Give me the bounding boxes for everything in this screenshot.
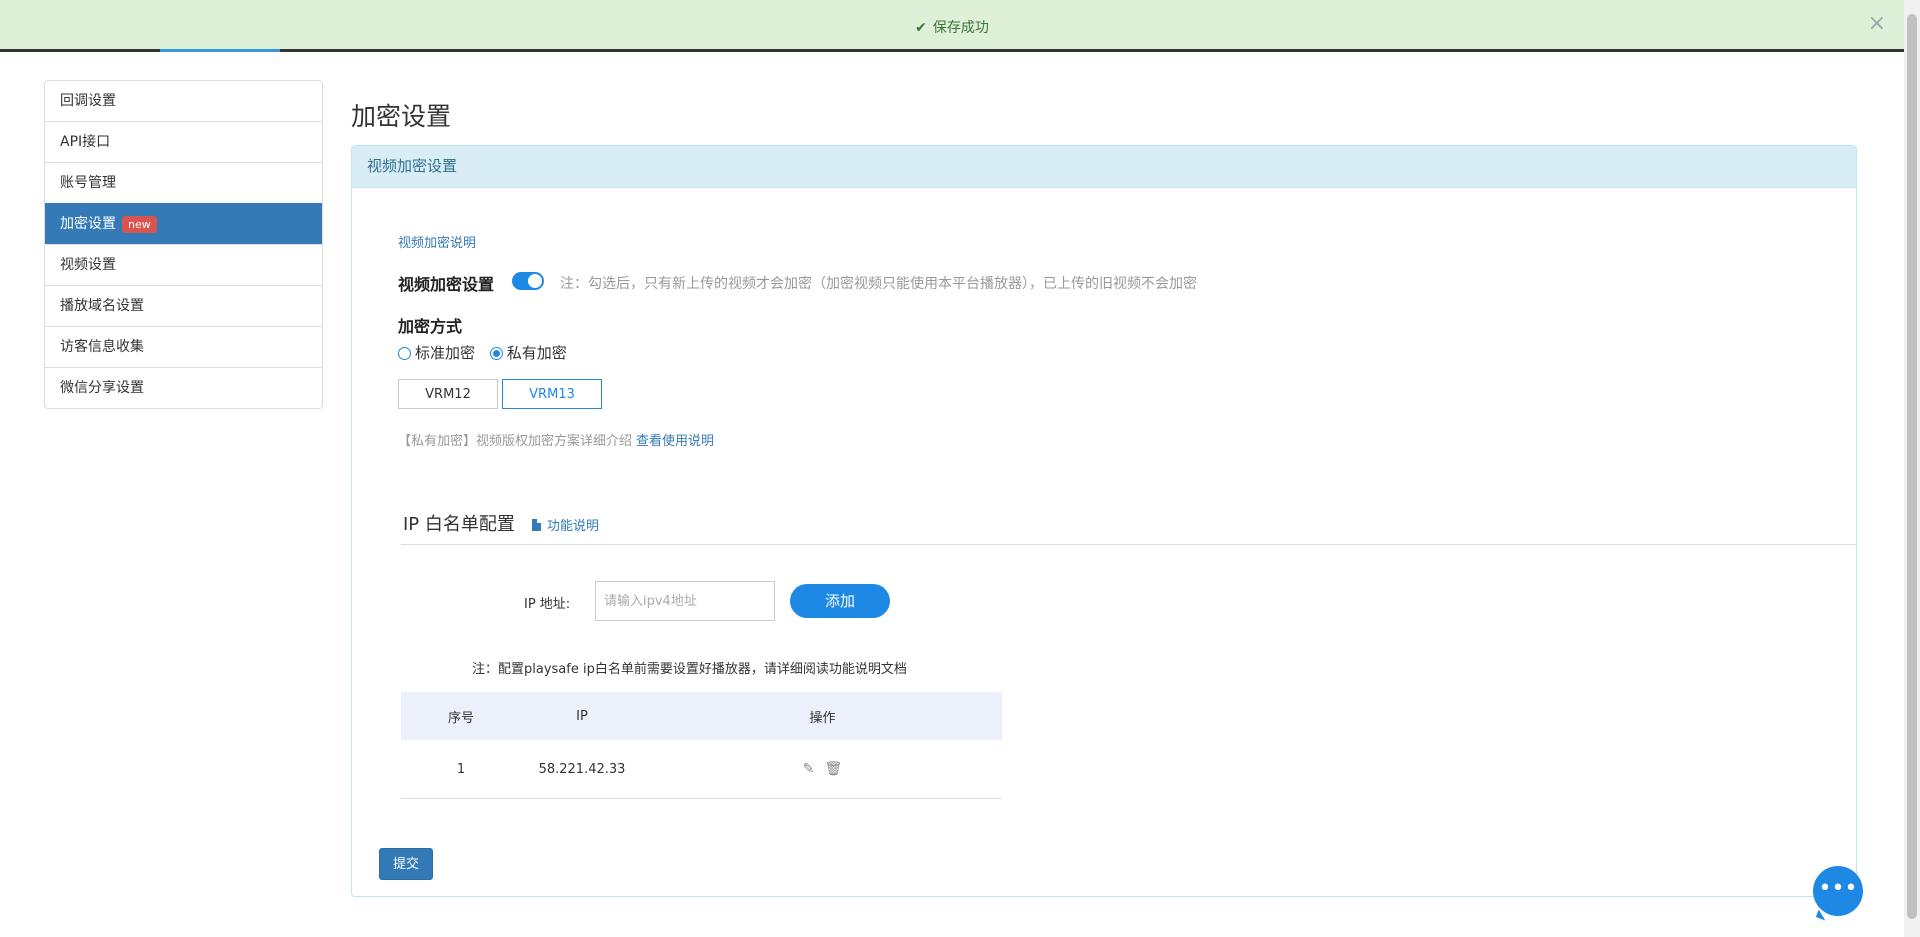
- panel-title: 视频加密设置: [352, 146, 1856, 188]
- ip-whitelist-title: IP 白名单配置: [403, 514, 515, 535]
- sidebar-item-visitor[interactable]: 访客信息收集: [45, 326, 322, 367]
- sidebar-item-video[interactable]: 视频设置: [45, 244, 322, 285]
- feature-doc-label: 功能说明: [547, 519, 600, 534]
- sidebar-item-label: 播放域名设置: [60, 298, 144, 314]
- page-scrollbar[interactable]: [1904, 0, 1920, 937]
- success-toast: ✔ 保存成功 ×: [0, 0, 1904, 52]
- scrollbar-thumb[interactable]: [1907, 14, 1917, 919]
- encryption-panel: 视频加密设置 视频加密说明 视频加密设置 注：勾选后，只有新上传的视频才会加密（…: [351, 145, 1857, 897]
- add-ip-button[interactable]: 添加: [790, 584, 890, 618]
- feature-doc-link[interactable]: 功能说明: [532, 515, 599, 534]
- column-header-ip: IP: [521, 692, 643, 740]
- sidebar-item-api[interactable]: API接口: [45, 121, 322, 162]
- sidebar-item-label: 账号管理: [60, 175, 116, 191]
- radio-standard-label[interactable]: 标准加密: [415, 344, 475, 362]
- ip-whitelist-table: 序号 IP 操作 1 58.221.42.33 ✎ 🗑: [401, 692, 1002, 799]
- encryption-toggle[interactable]: [512, 272, 544, 290]
- chat-icon[interactable]: •••: [1813, 866, 1863, 916]
- toast-accent-bar: [160, 49, 280, 52]
- sidebar-item-wechat[interactable]: 微信分享设置: [45, 367, 322, 408]
- check-icon: ✔: [915, 20, 927, 36]
- sidebar-item-encryption[interactable]: 加密设置 new: [45, 203, 322, 244]
- trash-icon[interactable]: 🗑: [825, 761, 843, 777]
- row-actions: ✎ 🗑: [643, 740, 1002, 799]
- section-divider: [401, 544, 1856, 545]
- radio-private-label[interactable]: 私有加密: [507, 344, 567, 362]
- ip-address-label: IP 地址:: [524, 597, 571, 612]
- encryption-method-label: 加密方式: [398, 317, 463, 336]
- column-header-actions: 操作: [643, 692, 1002, 740]
- ip-whitelist-note: 注：配置playsafe ip白名单前需要设置好播放器，请详细阅读功能说明文档: [472, 662, 907, 677]
- page-title: 加密设置: [351, 102, 452, 131]
- vrm13-button[interactable]: VRM13: [502, 379, 602, 409]
- usage-guide-link[interactable]: 查看使用说明: [636, 434, 714, 449]
- row-index: 1: [401, 740, 521, 799]
- toast-text: 保存成功: [932, 20, 989, 36]
- radio-private[interactable]: [489, 347, 503, 360]
- encryption-method-group: 标准加密 私有加密: [398, 342, 577, 363]
- submit-button[interactable]: 提交: [379, 848, 433, 880]
- ip-address-input[interactable]: [595, 581, 775, 621]
- close-icon[interactable]: ×: [1868, 13, 1886, 35]
- edit-icon[interactable]: ✎: [803, 761, 815, 777]
- radio-standard[interactable]: [398, 347, 411, 360]
- table-header-row: 序号 IP 操作: [401, 692, 1002, 740]
- vrm12-button[interactable]: VRM12: [398, 379, 498, 409]
- sidebar-item-label: 加密设置: [60, 216, 116, 232]
- encryption-desc-link[interactable]: 视频加密说明: [398, 232, 476, 251]
- new-badge: new: [122, 215, 157, 233]
- sidebar-item-callback[interactable]: 回调设置: [45, 81, 322, 121]
- sidebar-item-label: API接口: [60, 134, 111, 150]
- sidebar-item-label: 访客信息收集: [60, 339, 144, 355]
- column-header-index: 序号: [401, 692, 521, 740]
- row-ip: 58.221.42.33: [521, 740, 643, 799]
- toast-message: ✔ 保存成功: [0, 17, 1904, 37]
- document-icon: [532, 519, 541, 531]
- encryption-toggle-label: 视频加密设置: [398, 275, 495, 294]
- sidebar-item-label: 微信分享设置: [60, 380, 144, 396]
- sidebar-item-account[interactable]: 账号管理: [45, 162, 322, 203]
- private-note-text: 【私有加密】视频版权加密方案详细介绍: [398, 434, 633, 449]
- private-encryption-note: 【私有加密】视频版权加密方案详细介绍 查看使用说明: [398, 430, 714, 449]
- sidebar-item-label: 视频设置: [60, 257, 116, 273]
- sidebar-item-label: 回调设置: [60, 93, 116, 109]
- table-row: 1 58.221.42.33 ✎ 🗑: [401, 740, 1002, 799]
- encryption-note: 注：勾选后，只有新上传的视频才会加密（加密视频只能使用本平台播放器），已上传的旧…: [560, 276, 1197, 292]
- toggle-knob: [528, 274, 542, 288]
- sidebar-item-domain[interactable]: 播放域名设置: [45, 285, 322, 326]
- settings-sidebar: 回调设置 API接口 账号管理 加密设置 new 视频设置 播放域名设置 访客信息…: [44, 80, 323, 409]
